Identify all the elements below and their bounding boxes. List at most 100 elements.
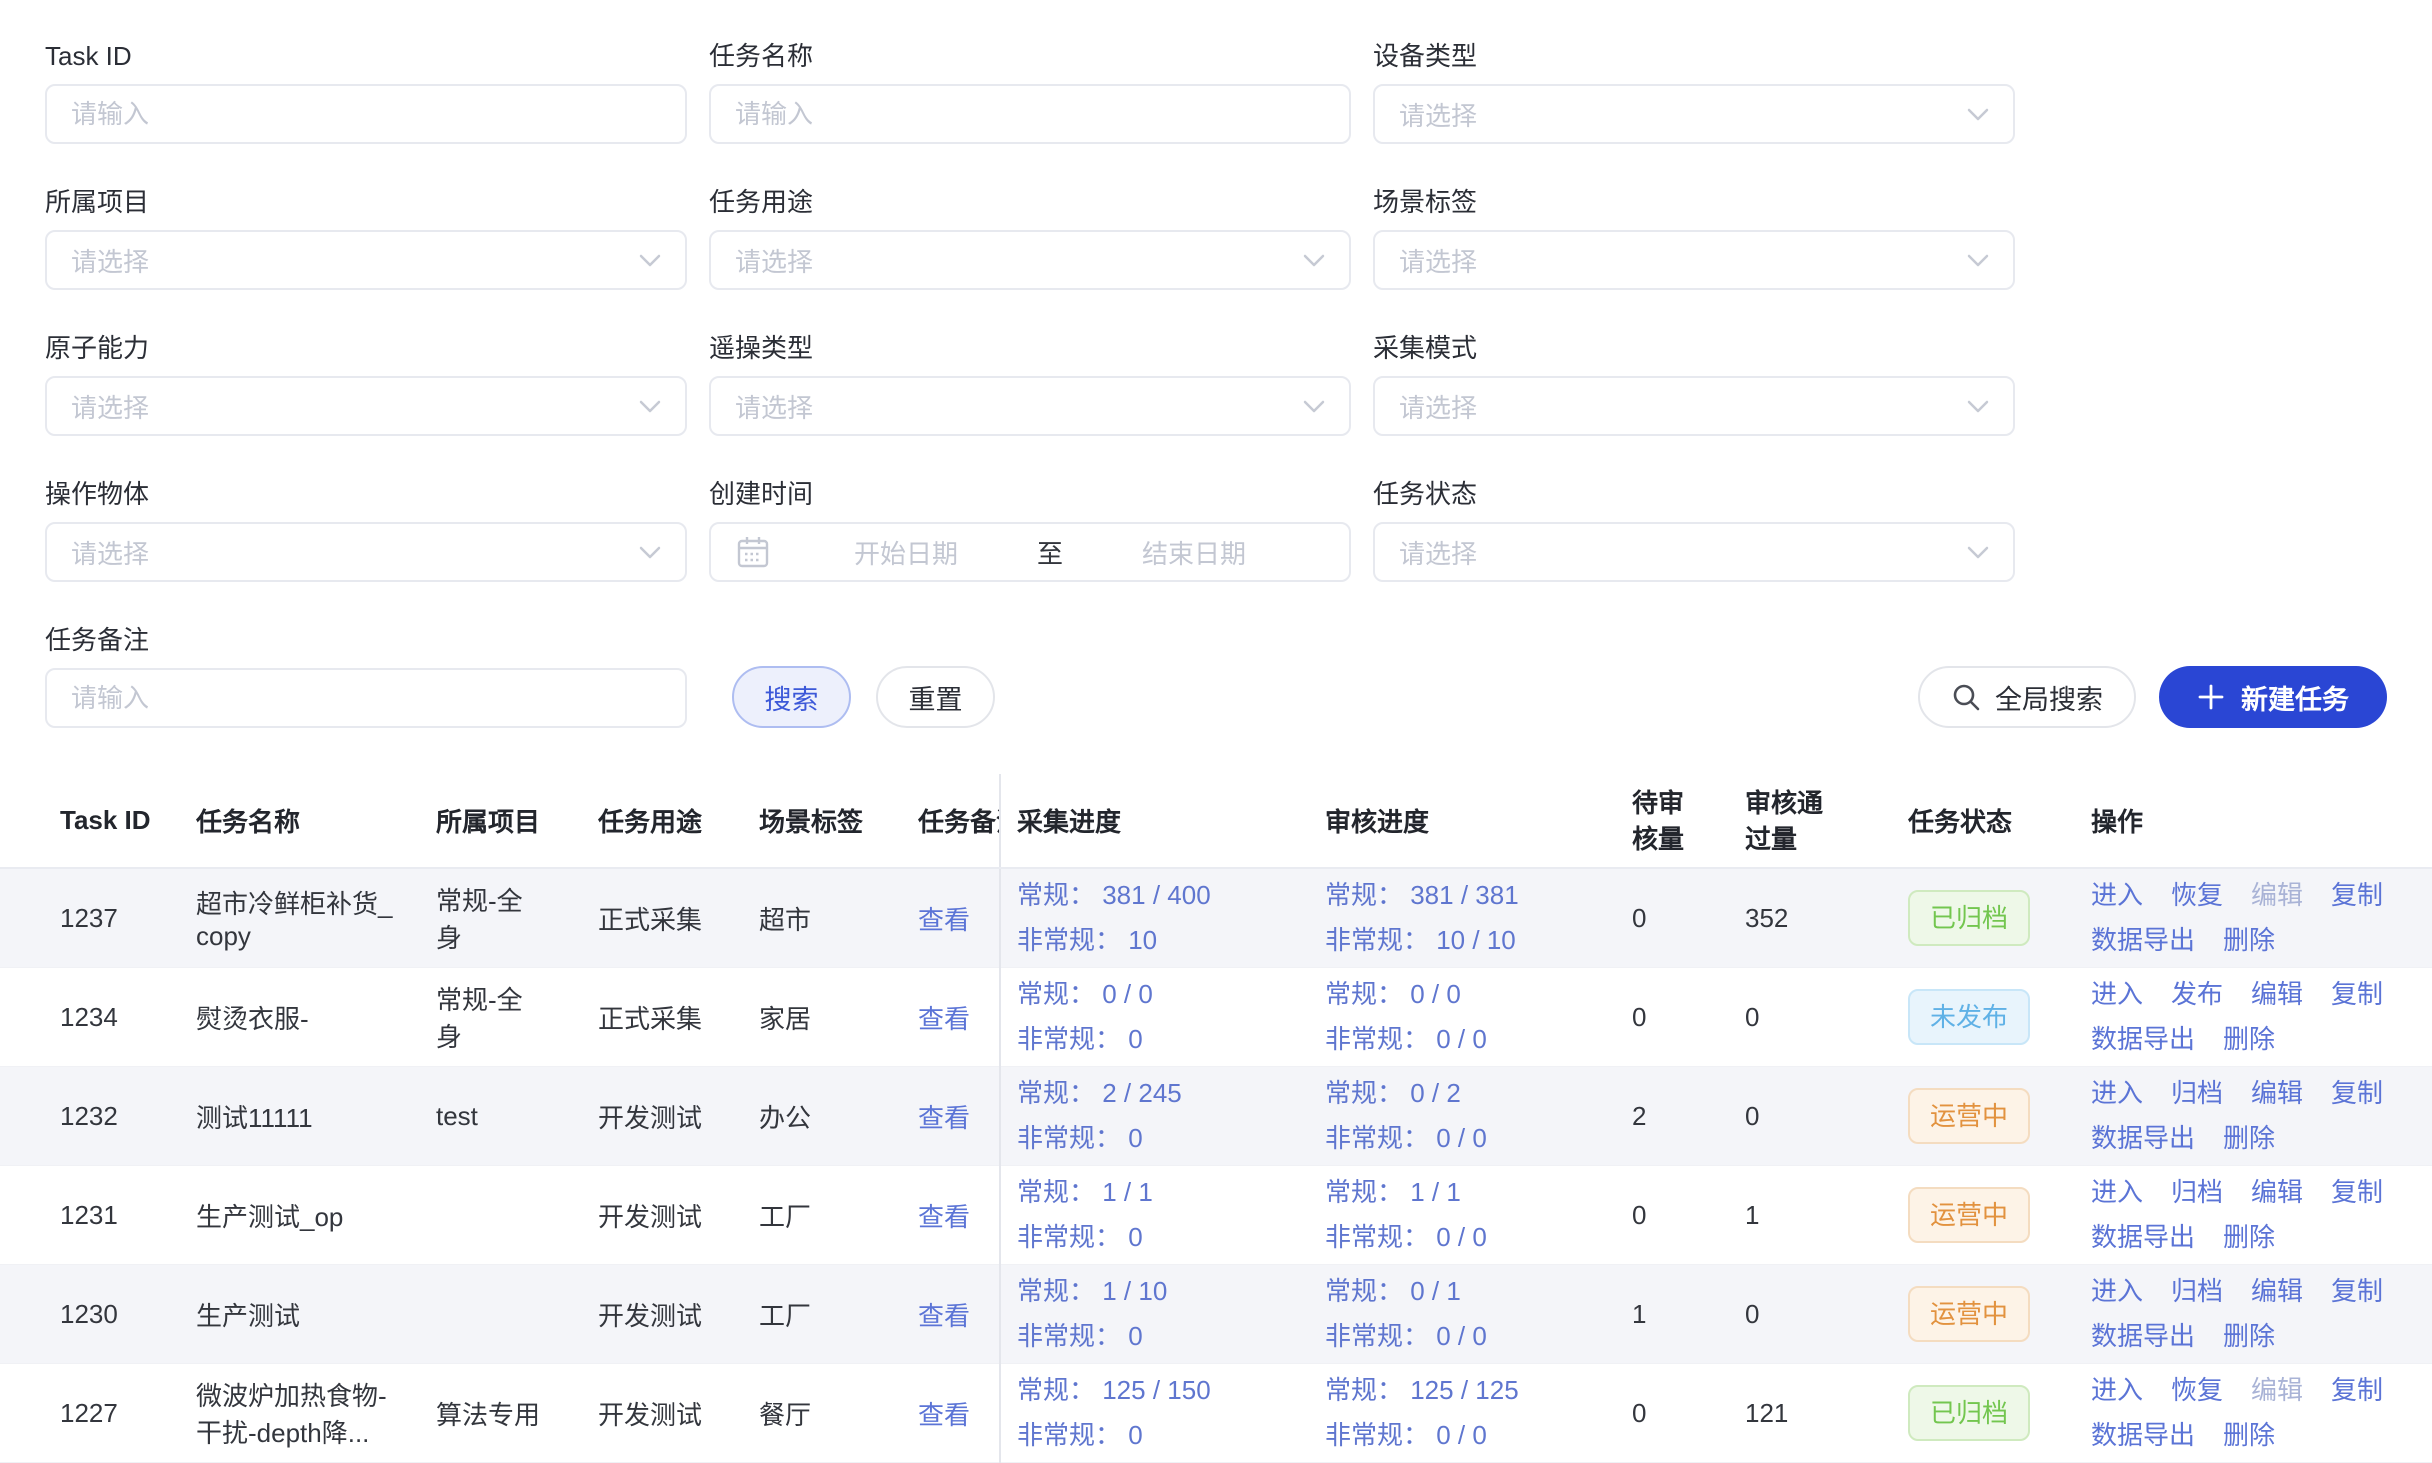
action-link[interactable]: 恢复 xyxy=(2171,1368,2223,1413)
task-name-input[interactable] xyxy=(709,84,1351,144)
teleop-select[interactable]: 请选择 xyxy=(709,376,1351,436)
status-badge: 已归档 xyxy=(1908,1385,2030,1441)
remark-view-link[interactable]: 查看 xyxy=(918,1103,970,1133)
header-collect-progress: 采集进度 xyxy=(1000,774,1309,868)
review-regular-line: 常规： 381 / 381 xyxy=(1325,873,1600,918)
action-link[interactable]: 归档 xyxy=(2171,1071,2223,1116)
review-irregular-line: 非常规： 0 / 0 xyxy=(1325,1215,1600,1260)
search-button[interactable]: 搜索 xyxy=(732,666,851,728)
remark-view-link[interactable]: 查看 xyxy=(918,1400,970,1430)
cell-remark: 查看 xyxy=(902,1265,1000,1364)
collect-mode-select[interactable]: 请选择 xyxy=(1373,376,2015,436)
action-link[interactable]: 进入 xyxy=(2091,1269,2143,1314)
header-project: 所属项目 xyxy=(420,774,582,868)
filter-row-2: 所属项目 请选择 任务用途 请选择 场景标签 请选择 xyxy=(45,186,2387,332)
action-link[interactable]: 归档 xyxy=(2171,1170,2223,1215)
filter-field-project: 所属项目 请选择 xyxy=(45,186,687,290)
remark-view-link[interactable]: 查看 xyxy=(918,905,970,935)
filter-row-5: 任务备注 搜索 重置 全局搜索 xyxy=(45,624,2387,728)
action-link[interactable]: 进入 xyxy=(2091,873,2143,918)
filter-field-collect-mode: 采集模式 请选择 xyxy=(1373,332,2015,436)
action-link[interactable]: 进入 xyxy=(2091,1368,2143,1413)
actions-line-1: 进入归档编辑复制 xyxy=(2091,1170,2416,1215)
filter-row-4: 操作物体 请选择 创建时间 开始日期 xyxy=(45,478,2387,624)
cell-pending-count: 0 xyxy=(1616,868,1729,968)
scene-tag-select[interactable]: 请选择 xyxy=(1373,230,2015,290)
action-link[interactable]: 删除 xyxy=(2223,1017,2275,1062)
start-date-placeholder[interactable]: 开始日期 xyxy=(775,534,1037,571)
action-link[interactable]: 发布 xyxy=(2171,972,2223,1017)
review-regular-line: 常规： 125 / 125 xyxy=(1325,1368,1600,1413)
action-link[interactable]: 删除 xyxy=(2223,1116,2275,1161)
action-link[interactable]: 复制 xyxy=(2331,1170,2383,1215)
device-type-select[interactable]: 请选择 xyxy=(1373,84,2015,144)
actions-line-2: 数据导出删除 xyxy=(2091,1017,2416,1062)
action-link[interactable]: 复制 xyxy=(2331,1269,2383,1314)
cell-status: 运营中 xyxy=(1892,1166,2075,1265)
new-task-button[interactable]: 新建任务 xyxy=(2159,666,2387,728)
action-link[interactable]: 数据导出 xyxy=(2091,1116,2195,1161)
filter-field-status: 任务状态 请选择 xyxy=(1373,478,2015,582)
action-link[interactable]: 编辑 xyxy=(2251,1071,2303,1116)
cell-review-progress: 常规： 125 / 125 非常规： 0 / 0 xyxy=(1309,1364,1616,1463)
status-select[interactable]: 请选择 xyxy=(1373,522,2015,582)
action-link[interactable]: 复制 xyxy=(2331,972,2383,1017)
purpose-select[interactable]: 请选择 xyxy=(709,230,1351,290)
remark-input[interactable] xyxy=(45,668,687,728)
action-link[interactable]: 进入 xyxy=(2091,1071,2143,1116)
action-link[interactable]: 进入 xyxy=(2091,972,2143,1017)
cell-passed-count: 352 xyxy=(1729,868,1892,968)
action-link[interactable]: 删除 xyxy=(2223,1215,2275,1260)
collect-irregular-line: 非常规： 0 xyxy=(1017,1215,1293,1260)
cell-scene-tag: 工厂 xyxy=(743,1265,902,1364)
cell-passed-count: 0 xyxy=(1729,1067,1892,1166)
tasks-table: Task ID 任务名称 所属项目 任务用途 场景标签 任务备注 采集进度 审核… xyxy=(0,774,2432,1463)
cell-project: 算法专用 xyxy=(420,1364,582,1463)
cell-pending-count: 1 xyxy=(1616,1265,1729,1364)
action-link[interactable]: 删除 xyxy=(2223,918,2275,963)
task-id-input[interactable] xyxy=(45,84,687,144)
action-link[interactable]: 复制 xyxy=(2331,1368,2383,1413)
global-search-button[interactable]: 全局搜索 xyxy=(1918,666,2136,728)
select-placeholder: 请选择 xyxy=(71,388,149,425)
filter-field-device-type: 设备类型 请选择 xyxy=(1373,40,2015,144)
actions-line-1: 进入归档编辑复制 xyxy=(2091,1269,2416,1314)
cell-task-name: 生产测试 xyxy=(180,1265,420,1364)
action-link[interactable]: 归档 xyxy=(2171,1269,2223,1314)
atomic-select[interactable]: 请选择 xyxy=(45,376,687,436)
collect-regular-line: 常规： 1 / 10 xyxy=(1017,1269,1293,1314)
new-task-label: 新建任务 xyxy=(2241,678,2349,717)
cell-project: 常规-全身 xyxy=(420,868,582,968)
chevron-down-icon xyxy=(1303,400,1325,413)
cell-status: 已归档 xyxy=(1892,868,2075,968)
object-select[interactable]: 请选择 xyxy=(45,522,687,582)
action-link[interactable]: 恢复 xyxy=(2171,873,2223,918)
project-select[interactable]: 请选择 xyxy=(45,230,687,290)
cell-pending-count: 2 xyxy=(1616,1067,1729,1166)
filter-panel: Task ID 任务名称 设备类型 请选择 所属项目 请选择 任务用途 请选 xyxy=(0,0,2432,728)
action-link[interactable]: 编辑 xyxy=(2251,972,2303,1017)
action-link[interactable]: 删除 xyxy=(2223,1314,2275,1359)
remark-view-link[interactable]: 查看 xyxy=(918,1301,970,1331)
action-link[interactable]: 数据导出 xyxy=(2091,1017,2195,1062)
action-link[interactable]: 编辑 xyxy=(2251,1170,2303,1215)
end-date-placeholder[interactable]: 结束日期 xyxy=(1063,534,1325,571)
remark-view-link[interactable]: 查看 xyxy=(918,1004,970,1034)
header-review-progress: 审核进度 xyxy=(1309,774,1616,868)
action-link[interactable]: 编辑 xyxy=(2251,1269,2303,1314)
action-link[interactable]: 数据导出 xyxy=(2091,1215,2195,1260)
cell-remark: 查看 xyxy=(902,1067,1000,1166)
reset-button[interactable]: 重置 xyxy=(876,666,995,728)
action-link[interactable]: 进入 xyxy=(2091,1170,2143,1215)
chevron-down-icon xyxy=(1967,546,1989,559)
action-link[interactable]: 数据导出 xyxy=(2091,918,2195,963)
action-link[interactable]: 数据导出 xyxy=(2091,1314,2195,1359)
action-link[interactable]: 复制 xyxy=(2331,873,2383,918)
remark-view-link[interactable]: 查看 xyxy=(918,1202,970,1232)
table-row: 1230 生产测试 开发测试 工厂 查看 常规： 1 / 10 非常规： 0 常… xyxy=(0,1265,2432,1364)
action-link[interactable]: 复制 xyxy=(2331,1071,2383,1116)
chevron-down-icon xyxy=(1967,108,1989,121)
create-time-range-picker[interactable]: 开始日期 至 结束日期 xyxy=(709,522,1351,582)
cell-review-progress: 常规： 0 / 2 非常规： 0 / 0 xyxy=(1309,1067,1616,1166)
date-range-separator: 至 xyxy=(1037,534,1063,571)
